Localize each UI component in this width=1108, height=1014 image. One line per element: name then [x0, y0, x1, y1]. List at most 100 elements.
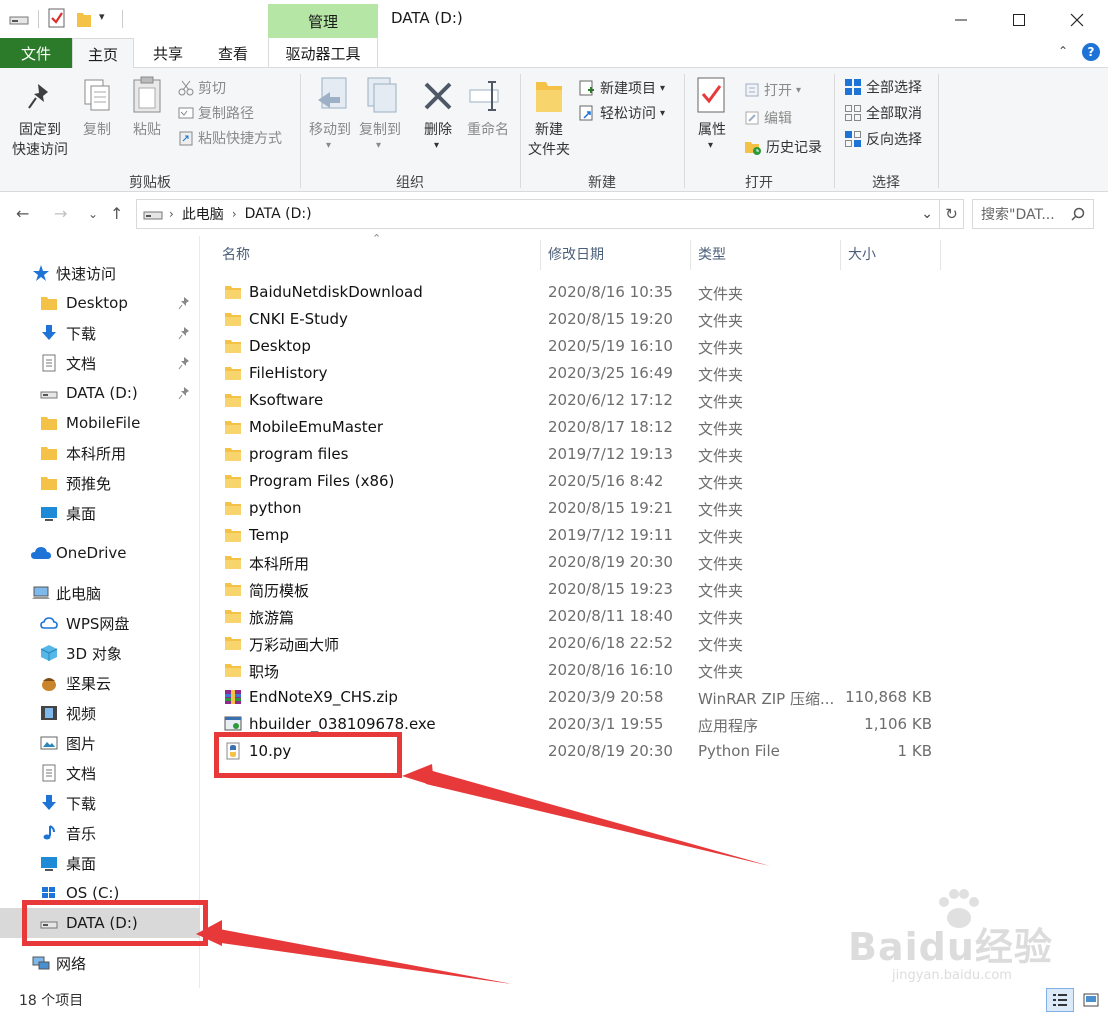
nav-pictures[interactable]: 图片: [0, 728, 200, 758]
paste-button[interactable]: 粘贴: [128, 120, 166, 140]
up-arrow-icon[interactable]: ↑: [110, 204, 123, 223]
tab-view[interactable]: 查看: [204, 38, 262, 68]
large-icons-view-icon: [1083, 993, 1099, 1007]
column-divider[interactable]: [940, 240, 941, 270]
paste-shortcut-button[interactable]: 粘贴快捷方式: [178, 126, 282, 150]
file-row[interactable]: 简历模板 2020/8/15 19:23 文件夹: [214, 576, 1108, 603]
nav-network[interactable]: 网络: [0, 948, 200, 978]
nav-quick-data-drive[interactable]: DATA (D:): [0, 378, 200, 408]
nav-this-pc[interactable]: 此电脑: [0, 578, 200, 608]
collapse-ribbon-icon[interactable]: ⌃: [1058, 44, 1068, 58]
large-icons-view-button[interactable]: [1078, 988, 1104, 1012]
column-header-name[interactable]: 名称: [222, 236, 538, 272]
tab-drive-tools[interactable]: 驱动器工具: [268, 38, 378, 68]
copy-to-button[interactable]: 复制到: [356, 120, 404, 140]
file-row[interactable]: Temp 2019/7/12 19:11 文件夹: [214, 522, 1108, 549]
maximize-button[interactable]: [996, 6, 1042, 34]
file-row[interactable]: 万彩动画大师 2020/6/18 22:52 文件夹: [214, 630, 1108, 657]
nav-pc-documents[interactable]: 文档: [0, 758, 200, 788]
breadcrumb-data-drive[interactable]: DATA (D:): [245, 206, 312, 222]
column-header-date[interactable]: 修改日期: [548, 236, 688, 272]
details-view-button[interactable]: [1046, 988, 1074, 1012]
recent-locations-chevron-icon[interactable]: ⌄: [88, 207, 98, 221]
edit-button[interactable]: 编辑: [744, 106, 792, 130]
new-item-button[interactable]: 新建项目 ▾: [578, 76, 665, 100]
column-header-type[interactable]: 类型: [698, 236, 838, 272]
breadcrumb-this-pc[interactable]: 此电脑: [182, 204, 224, 224]
file-row[interactable]: FileHistory 2020/3/25 16:49 文件夹: [214, 360, 1108, 387]
forward-arrow-icon[interactable]: →: [54, 204, 67, 223]
nav-pre-recommend[interactable]: 预推免: [0, 468, 200, 498]
file-row[interactable]: BaiduNetdiskDownload 2020/8/16 10:35 文件夹: [214, 279, 1108, 306]
file-row[interactable]: 旅游篇 2020/8/11 18:40 文件夹: [214, 603, 1108, 630]
delete-button[interactable]: 删除: [418, 120, 458, 140]
close-button[interactable]: [1054, 6, 1100, 34]
back-arrow-icon[interactable]: ←: [16, 204, 29, 223]
nav-pc-downloads[interactable]: 下载: [0, 788, 200, 818]
copy-button[interactable]: 复制: [78, 120, 116, 140]
file-row[interactable]: 本科所用 2020/8/19 20:30 文件夹: [214, 549, 1108, 576]
folder-icon: [225, 286, 241, 299]
address-bar[interactable]: › 此电脑 › DATA (D:) ⌄: [136, 199, 940, 229]
file-type: 文件夹: [698, 339, 744, 357]
open-button[interactable]: 打开 ▾: [744, 78, 801, 102]
nav-quick-desktop[interactable]: 桌面: [0, 498, 200, 528]
easy-access-label: 轻松访问: [600, 106, 656, 122]
file-row[interactable]: Program Files (x86) 2020/5/16 8:42 文件夹: [214, 468, 1108, 495]
file-row[interactable]: 职场 2020/8/16 16:10 文件夹: [214, 657, 1108, 684]
new-folder-icon[interactable]: [76, 10, 92, 28]
nav-downloads[interactable]: 下载: [0, 318, 200, 348]
properties-button[interactable]: 属性: [692, 120, 732, 140]
quick-access-dropdown-icon[interactable]: ▾: [99, 10, 105, 23]
nav-videos[interactable]: 视频: [0, 698, 200, 728]
cut-button[interactable]: 剪切: [178, 76, 226, 100]
copy-path-button[interactable]: 复制路径: [178, 101, 254, 125]
file-row[interactable]: EndNoteX9_CHS.zip 2020/3/9 20:58 WinRAR ZI…: [214, 684, 1108, 711]
tab-home[interactable]: 主页: [72, 38, 134, 69]
column-divider[interactable]: [540, 240, 541, 270]
nav-jianguoyun[interactable]: 坚果云: [0, 668, 200, 698]
file-name: python: [249, 499, 302, 517]
nav-pc-desktop[interactable]: 桌面: [0, 848, 200, 878]
search-input[interactable]: 搜索"DAT...: [981, 204, 1055, 224]
folder-icon: [225, 637, 241, 650]
tab-file[interactable]: 文件: [0, 38, 72, 68]
nav-wps-drive[interactable]: WPS网盘: [0, 608, 200, 638]
file-row[interactable]: python 2020/8/15 19:21 文件夹: [214, 495, 1108, 522]
column-divider[interactable]: [840, 240, 841, 270]
history-button[interactable]: 历史记录: [744, 135, 822, 159]
minimize-button[interactable]: [938, 6, 984, 34]
nav-music[interactable]: 音乐: [0, 818, 200, 848]
manage-context-tab[interactable]: 管理: [268, 4, 378, 38]
nav-3d-objects[interactable]: 3D 对象: [0, 638, 200, 668]
tab-share[interactable]: 共享: [140, 38, 196, 68]
nav-undergrad[interactable]: 本科所用: [0, 438, 200, 468]
new-folder-button[interactable]: 新建 文件夹: [524, 120, 574, 160]
nav-onedrive[interactable]: OneDrive: [0, 538, 200, 568]
column-header-size[interactable]: 大小: [848, 236, 938, 272]
file-row[interactable]: program files 2019/7/12 19:13 文件夹: [214, 441, 1108, 468]
file-row[interactable]: Ksoftware 2020/6/12 17:12 文件夹: [214, 387, 1108, 414]
pin-quick-access-button[interactable]: 固定到 快速访问: [6, 120, 74, 160]
search-box[interactable]: 搜索"DAT...: [972, 199, 1094, 229]
file-row[interactable]: CNKI E-Study 2020/8/15 19:20 文件夹: [214, 306, 1108, 333]
properties-check-icon[interactable]: [48, 8, 66, 28]
move-to-button[interactable]: 移动到: [306, 120, 354, 140]
help-icon[interactable]: ?: [1082, 43, 1100, 61]
refresh-button[interactable]: ↻: [940, 199, 964, 229]
rename-button[interactable]: 重命名: [462, 120, 514, 140]
file-row[interactable]: Desktop 2020/5/19 16:10 文件夹: [214, 333, 1108, 360]
address-dropdown-icon[interactable]: ⌄: [921, 206, 933, 222]
select-all-button[interactable]: 全部选择: [844, 75, 922, 99]
nav-documents[interactable]: 文档: [0, 348, 200, 378]
select-none-button[interactable]: 全部取消: [844, 101, 922, 125]
nav-mobilefile[interactable]: MobileFile: [0, 408, 200, 438]
nav-desktop[interactable]: Desktop: [0, 288, 200, 318]
drive-icon[interactable]: [8, 12, 30, 26]
file-row[interactable]: MobileEmuMaster 2020/8/17 18:12 文件夹: [214, 414, 1108, 441]
file-date: 2020/8/17 18:12: [548, 418, 673, 436]
invert-selection-button[interactable]: 反向选择: [844, 127, 922, 151]
nav-quick-access[interactable]: 快速访问: [0, 258, 200, 288]
easy-access-button[interactable]: 轻松访问 ▾: [578, 101, 665, 125]
column-divider[interactable]: [690, 240, 691, 270]
